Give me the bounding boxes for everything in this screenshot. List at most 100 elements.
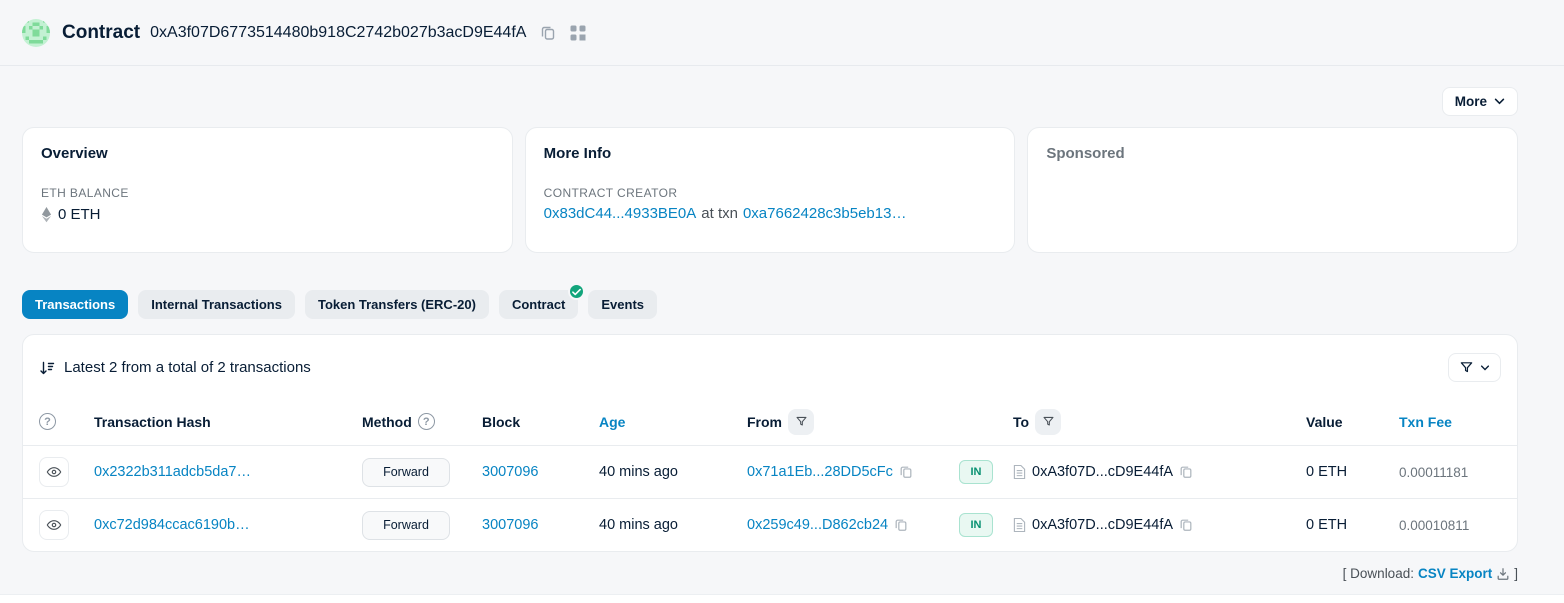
copy-address-button[interactable] [540, 25, 556, 41]
tab-token-transfers[interactable]: Token Transfers (ERC-20) [305, 290, 489, 319]
copy-icon [1179, 465, 1193, 479]
direction-badge: IN [959, 513, 993, 537]
column-header-hash: Transaction Hash [94, 414, 362, 430]
copy-icon [1179, 518, 1193, 532]
transactions-card: Latest 2 from a total of 2 transactions [22, 334, 1518, 552]
download-row: [ Download: CSV Export ] [22, 566, 1518, 581]
direction-badge: IN [959, 460, 993, 484]
copy-to-button[interactable] [1179, 518, 1193, 532]
tab-contract-label: Contract [512, 297, 565, 312]
tx-age: 40 mins ago [599, 464, 678, 480]
eye-icon [46, 517, 62, 533]
method-button[interactable]: Forward [362, 458, 450, 487]
table-header-row: ? Transaction Hash Method ? Block Age Fr… [23, 398, 1517, 445]
sort-icon [39, 360, 55, 376]
qr-code-icon [570, 25, 586, 41]
column-header-method-label: Method [362, 414, 412, 430]
eth-icon [41, 206, 52, 223]
tx-value: 0 ETH [1306, 517, 1347, 533]
tab-events[interactable]: Events [588, 290, 657, 319]
from-filter-button[interactable] [788, 409, 814, 435]
toolbar-row: More [22, 87, 1518, 116]
tx-preview-button[interactable] [39, 457, 69, 487]
creator-address-link[interactable]: 0x83dC44...4933BE0A [544, 205, 697, 222]
from-address-link[interactable]: 0x259c49...D862cb24 [747, 517, 888, 533]
more-info-card: More Info CONTRACT CREATOR 0x83dC44...49… [525, 127, 1016, 253]
tab-transactions-label: Transactions [35, 297, 115, 312]
copy-to-button[interactable] [1179, 465, 1193, 479]
document-icon [1013, 517, 1026, 533]
tx-value: 0 ETH [1306, 464, 1347, 480]
tx-fee: 0.00010811 [1399, 518, 1469, 533]
column-header-age[interactable]: Age [599, 414, 625, 430]
verified-check-icon [568, 283, 585, 300]
csv-export-link[interactable]: CSV Export [1418, 566, 1510, 581]
tab-internal-transactions-label: Internal Transactions [151, 297, 282, 312]
column-header-value: Value [1306, 414, 1399, 430]
tab-token-transfers-label: Token Transfers (ERC-20) [318, 297, 476, 312]
contract-creator-label: CONTRACT CREATOR [544, 186, 997, 200]
tab-contract[interactable]: Contract [499, 290, 578, 319]
transactions-summary: Latest 2 from a total of 2 transactions [39, 359, 311, 376]
column-header-to-label: To [1013, 414, 1029, 430]
overview-title: Overview [41, 145, 494, 162]
qr-code-button[interactable] [570, 25, 586, 41]
tx-hash-link[interactable]: 0xc72d984ccac6190b… [94, 517, 250, 533]
tab-internal-transactions[interactable]: Internal Transactions [138, 290, 295, 319]
chevron-down-icon [1494, 98, 1505, 105]
page-header: Contract 0xA3f07D6773514480b918C2742b027… [0, 0, 1564, 66]
copy-from-button[interactable] [899, 465, 913, 479]
method-button[interactable]: Forward [362, 511, 450, 540]
more-button-label: More [1455, 94, 1487, 109]
from-address-link[interactable]: 0x71a1Eb...28DD5cFc [747, 464, 893, 480]
table-row: 0x2322b311adcb5da7… Forward 3007096 40 m… [23, 445, 1517, 498]
tx-age: 40 mins ago [599, 517, 678, 533]
filter-funnel-icon [1459, 360, 1474, 375]
sponsored-card: Sponsored [1027, 127, 1518, 253]
to-address: 0xA3f07D...cD9E44fA [1032, 464, 1173, 480]
eth-balance-label: ETH BALANCE [41, 186, 494, 200]
sponsored-title: Sponsored [1046, 145, 1499, 162]
block-link[interactable]: 3007096 [482, 517, 538, 533]
eye-icon [46, 464, 62, 480]
method-help-icon[interactable]: ? [418, 413, 435, 430]
column-header-method: Method ? [362, 413, 482, 430]
column-header-txn-fee[interactable]: Txn Fee [1399, 414, 1452, 430]
info-cards: Overview ETH BALANCE 0 ETH More Info CON… [22, 127, 1518, 253]
tab-transactions[interactable]: Transactions [22, 290, 128, 319]
transactions-summary-text: Latest 2 from a total of 2 transactions [64, 359, 311, 376]
column-header-from-label: From [747, 414, 782, 430]
document-icon [1013, 464, 1026, 480]
to-address: 0xA3f07D...cD9E44fA [1032, 517, 1173, 533]
tab-bar: Transactions Internal Transactions Token… [22, 290, 1518, 319]
copy-icon [899, 465, 913, 479]
tab-events-label: Events [601, 297, 644, 312]
more-info-title: More Info [544, 145, 997, 162]
download-icon [1496, 567, 1510, 581]
contract-identicon-avatar [22, 19, 50, 47]
download-prefix: [ Download: [1343, 566, 1414, 581]
table-row: 0xc72d984ccac6190b… Forward 3007096 40 m… [23, 498, 1517, 551]
column-header-block: Block [482, 414, 599, 430]
block-link[interactable]: 3007096 [482, 464, 538, 480]
column-header-from: From [747, 409, 959, 435]
at-txn-text: at txn [701, 205, 738, 222]
chevron-down-icon [1480, 365, 1490, 371]
page-title: Contract [62, 22, 140, 44]
footer-strip [0, 594, 1564, 603]
table-filter-button[interactable] [1448, 353, 1501, 382]
copy-icon [894, 518, 908, 532]
column-header-to: To [1013, 409, 1306, 435]
contract-page: Contract 0xA3f07D6773514480b918C2742b027… [0, 0, 1564, 603]
copy-from-button[interactable] [894, 518, 908, 532]
csv-export-label: CSV Export [1418, 566, 1492, 581]
creation-txn-link[interactable]: 0xa7662428c3b5eb13… [743, 205, 906, 222]
tx-preview-button[interactable] [39, 510, 69, 540]
more-button[interactable]: More [1442, 87, 1518, 116]
to-filter-button[interactable] [1035, 409, 1061, 435]
overview-card: Overview ETH BALANCE 0 ETH [22, 127, 513, 253]
table-help-icon[interactable]: ? [39, 413, 56, 430]
tx-fee: 0.00011181 [1399, 465, 1468, 480]
copy-icon [540, 25, 556, 41]
tx-hash-link[interactable]: 0x2322b311adcb5da7… [94, 464, 251, 480]
